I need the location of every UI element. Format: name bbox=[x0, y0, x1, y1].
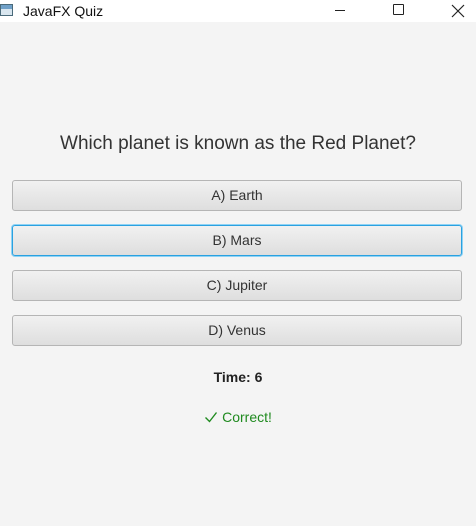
window-title: JavaFX Quiz bbox=[23, 3, 104, 19]
answer-button-b[interactable]: B) Mars bbox=[12, 225, 462, 256]
close-button[interactable] bbox=[434, 0, 476, 22]
answer-button-d[interactable]: D) Venus bbox=[12, 315, 462, 346]
minimize-button[interactable] bbox=[317, 0, 363, 22]
answer-button-c[interactable]: C) Jupiter bbox=[12, 270, 462, 301]
question-text: Which planet is known as the Red Planet? bbox=[60, 133, 416, 154]
check-icon bbox=[205, 412, 218, 423]
feedback-message: Correct! bbox=[0, 409, 476, 425]
title-bar[interactable]: JavaFX Quiz bbox=[0, 0, 476, 22]
app-window-icon bbox=[0, 4, 13, 16]
timer-label: Time: 6 bbox=[213, 369, 263, 385]
answer-button-a[interactable]: A) Earth bbox=[12, 180, 462, 211]
close-icon bbox=[451, 4, 465, 18]
quiz-window: JavaFX Quiz Which planet is known as the… bbox=[0, 0, 476, 526]
maximize-button[interactable] bbox=[375, 0, 421, 22]
feedback-text: Correct! bbox=[222, 409, 272, 425]
